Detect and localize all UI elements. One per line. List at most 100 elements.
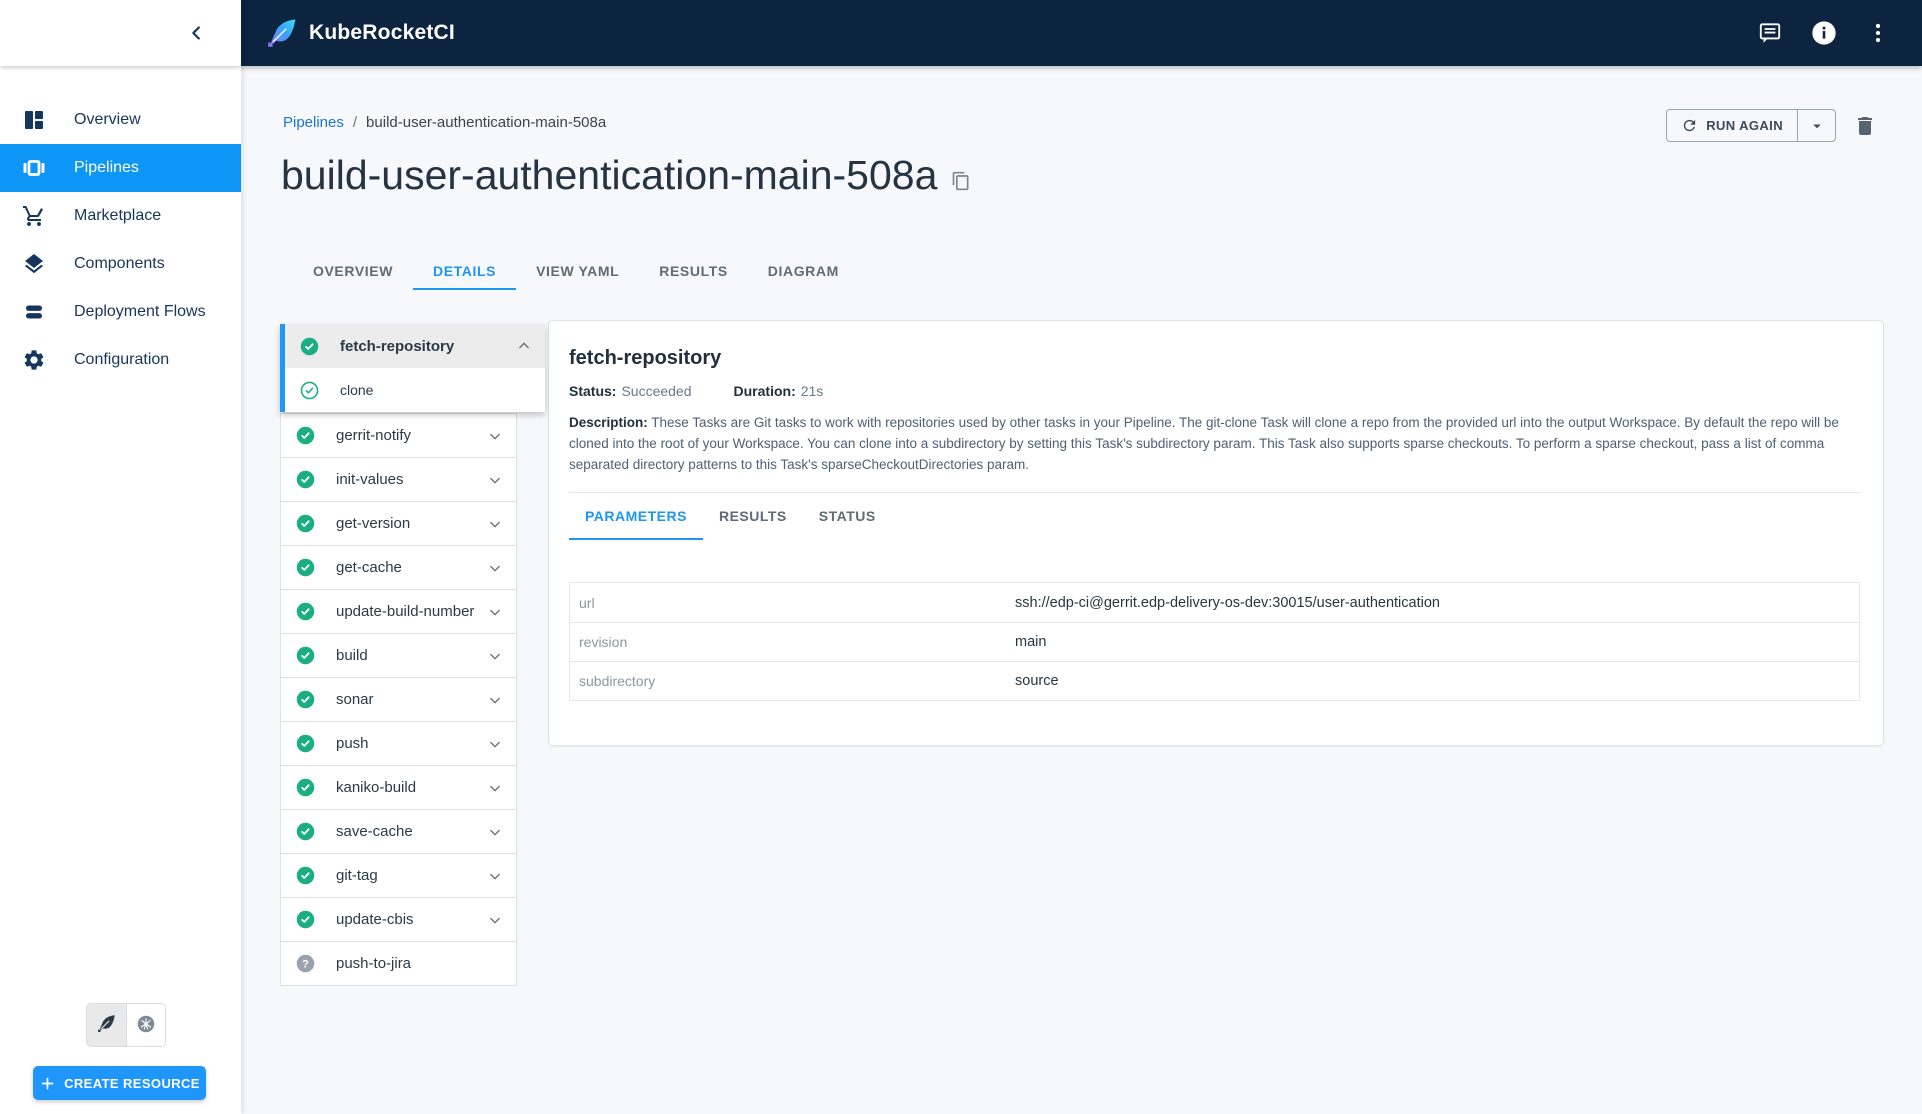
task-item-save-cache[interactable]: save-cache <box>281 809 516 853</box>
task-list-body: gerrit-notify init-values get-version get-c… <box>280 413 517 986</box>
task-item-update-build-number[interactable]: update-build-number <box>281 589 516 633</box>
tab-overview[interactable]: OVERVIEW <box>293 254 413 290</box>
run-again-label: RUN AGAIN <box>1706 118 1783 133</box>
description-label: Description: <box>569 415 648 430</box>
sidebar-item-label: Overview <box>74 111 141 128</box>
trash-icon <box>1853 114 1877 138</box>
subtab-results[interactable]: RESULTS <box>703 493 803 540</box>
chevron-down-icon <box>486 779 504 797</box>
create-resource-label: CREATE RESOURCE <box>64 1075 200 1091</box>
status-succeeded-icon <box>295 469 316 490</box>
status-unknown-icon: ? <box>295 953 316 974</box>
task-status-row: Status: Succeeded Duration: 21s <box>569 383 1860 399</box>
subtab-status[interactable]: STATUS <box>803 493 892 540</box>
task-label: build <box>336 647 368 664</box>
task-description: Description: These Tasks are Git tasks t… <box>569 412 1859 475</box>
sidebar-item-deployment-flows[interactable]: Deployment Flows <box>0 288 241 336</box>
task-label: save-cache <box>336 823 413 840</box>
breadcrumb-pipelines-link[interactable]: Pipelines <box>283 114 344 131</box>
status-label: Status: <box>569 383 617 399</box>
description-text: These Tasks are Git tasks to work with r… <box>569 415 1839 472</box>
feedback-icon[interactable] <box>1750 13 1790 53</box>
task-item-build[interactable]: build <box>281 633 516 677</box>
sidebar-item-configuration[interactable]: Configuration <box>0 336 241 384</box>
parameter-row: url ssh://edp-ci@gerrit.edp-delivery-os-d… <box>570 583 1859 622</box>
run-again-button[interactable]: RUN AGAIN <box>1667 110 1797 141</box>
task-item-kaniko-build[interactable]: kaniko-build <box>281 765 516 809</box>
task-label: push-to-jira <box>336 955 412 972</box>
cluster-toggle-feather[interactable] <box>87 1004 126 1046</box>
task-item-init-values[interactable]: init-values <box>281 457 516 501</box>
sidebar-item-label: Deployment Flows <box>74 303 206 320</box>
app-logo-feather-icon <box>265 16 299 50</box>
tab-diagram[interactable]: DIAGRAM <box>748 254 859 290</box>
task-label: kaniko-build <box>336 779 417 796</box>
parameter-key: subdirectory <box>579 673 656 689</box>
breadcrumb-current: build-user-authentication-main-508a <box>366 114 607 131</box>
pipelines-icon <box>22 156 46 180</box>
task-step-label: clone <box>340 382 374 398</box>
sidebar-item-marketplace[interactable]: Marketplace <box>0 192 241 240</box>
run-again-dropdown-button[interactable] <box>1797 110 1835 141</box>
task-step-clone[interactable]: clone <box>285 368 545 412</box>
task-item-sonar[interactable]: sonar <box>281 677 516 721</box>
tab-details[interactable]: DETAILS <box>413 254 517 290</box>
status-succeeded-icon <box>295 777 316 798</box>
chevron-down-icon <box>486 603 504 621</box>
create-resource-button[interactable]: CREATE RESOURCE <box>33 1066 206 1100</box>
status-succeeded-icon <box>295 689 316 710</box>
chevron-down-icon <box>486 515 504 533</box>
status-succeeded-icon <box>295 425 316 446</box>
chevron-down-icon <box>486 647 504 665</box>
duration-field: Duration: 21s <box>734 383 824 399</box>
caret-down-icon <box>1808 117 1826 135</box>
dashboard-icon <box>22 108 46 132</box>
task-item-update-cbis[interactable]: update-cbis <box>281 897 516 941</box>
sidebar-item-pipelines[interactable]: Pipelines <box>0 144 241 192</box>
sidebar-item-components[interactable]: Components <box>0 240 241 288</box>
task-label: get-version <box>336 515 411 532</box>
subtab-parameters[interactable]: PARAMETERS <box>569 493 703 540</box>
task-item-push[interactable]: push <box>281 721 516 765</box>
status-succeeded-icon <box>295 513 316 534</box>
app-title: KubeRocketCI <box>309 21 455 44</box>
task-label: init-values <box>336 471 404 488</box>
chevron-down-icon <box>486 471 504 489</box>
task-item-gerrit-notify[interactable]: gerrit-notify <box>281 413 516 457</box>
breadcrumb: Pipelines / build-user-authentication-ma… <box>283 114 606 131</box>
gear-icon <box>22 348 46 372</box>
cluster-toggle <box>86 1003 166 1047</box>
status-succeeded-icon <box>295 821 316 842</box>
chevron-down-icon <box>486 559 504 577</box>
parameter-row: subdirectory source <box>570 661 1859 700</box>
delete-pipeline-run-button[interactable] <box>1850 111 1880 141</box>
task-item-get-cache[interactable]: get-cache <box>281 545 516 589</box>
sidebar-nav: Overview Pipelines Marketplace Components De… <box>0 96 241 384</box>
kebab-menu-icon[interactable] <box>1858 13 1898 53</box>
copy-name-icon[interactable] <box>951 171 971 191</box>
sidebar-item-overview[interactable]: Overview <box>0 96 241 144</box>
task-item-fetch-repository[interactable]: fetch-repository <box>285 324 545 368</box>
task-detail-subtabs: PARAMETERS RESULTS STATUS <box>569 493 1860 540</box>
info-icon[interactable] <box>1804 13 1844 53</box>
status-succeeded-icon <box>295 645 316 666</box>
sidebar-item-label: Configuration <box>74 351 170 368</box>
sidebar: Overview Pipelines Marketplace Components De… <box>0 0 241 1114</box>
sidebar-header <box>0 0 241 66</box>
parameter-value: main <box>1015 634 1047 650</box>
task-accordion-fetch-repository: fetch-repository clone <box>280 324 545 412</box>
task-label: update-cbis <box>336 911 414 928</box>
status-value: Succeeded <box>621 383 692 399</box>
parameter-key: revision <box>579 634 628 650</box>
task-item-get-version[interactable]: get-version <box>281 501 516 545</box>
tab-view-yaml[interactable]: VIEW YAML <box>516 254 639 290</box>
task-item-push-to-jira[interactable]: ? push-to-jira <box>281 941 516 985</box>
cluster-toggle-kubernetes[interactable] <box>126 1004 165 1046</box>
task-item-git-tag[interactable]: git-tag <box>281 853 516 897</box>
tab-results[interactable]: RESULTS <box>639 254 748 290</box>
parameter-key: url <box>579 594 595 611</box>
sidebar-item-label: Marketplace <box>74 207 162 224</box>
parameters-table: url ssh://edp-ci@gerrit.edp-delivery-os-d… <box>569 582 1860 701</box>
collapse-sidebar-button[interactable] <box>177 13 217 53</box>
status-succeeded-icon <box>295 733 316 754</box>
